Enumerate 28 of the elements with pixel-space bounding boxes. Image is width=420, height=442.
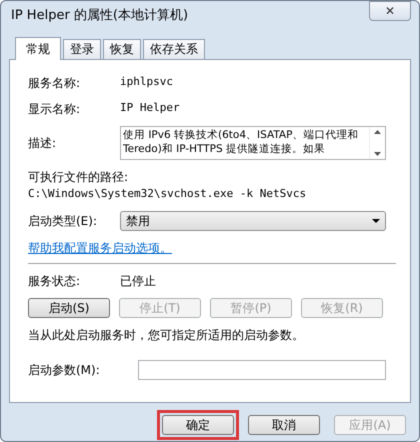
service-name-value: iphlpsvc — [120, 74, 173, 90]
startup-type-dropdown[interactable]: 禁用 — [120, 210, 386, 230]
executable-path: C:\Windows\System32\svchost.exe -k NetSvcs — [28, 186, 308, 202]
window-title: IP Helper 的属性(本地计算机) — [10, 7, 188, 26]
field-label: 启动类型(E): — [28, 212, 98, 230]
close-button[interactable]: ✕ — [369, 1, 411, 21]
description-field[interactable]: 使用 IPv6 转换技术(6to4、ISATAP、端口代理和 Teredo)和 IP-HTTPS 提供隧道连接。如果 — [120, 126, 386, 160]
dialog-button[interactable]: 确定 — [162, 415, 234, 435]
dropdown-arrow-icon — [372, 218, 380, 222]
field-label: 显示名称: — [28, 101, 82, 118]
tab[interactable]: 恢复 — [103, 39, 141, 59]
hint-text: 当从此处启动服务时，您可指定所适用的启动参数。 — [28, 326, 305, 344]
dialog-button[interactable]: 取消 — [248, 415, 320, 435]
help-link[interactable]: 帮助我配置服务启动选项。 — [28, 240, 172, 254]
scroll-down-icon[interactable] — [374, 152, 381, 156]
tab[interactable]: 登录 — [63, 39, 101, 59]
scroll-up-icon[interactable] — [374, 130, 381, 134]
field-label: 服务名称: — [28, 75, 82, 92]
tab[interactable]: 常规 — [15, 37, 61, 60]
field-label: 启动参数(M): — [28, 362, 101, 378]
display-name-value: IP Helper — [120, 100, 180, 116]
field-label: 可执行文件的路径: — [28, 169, 130, 186]
field-label: 服务状态: — [28, 272, 82, 290]
service-status-value: 已停止 — [120, 272, 156, 290]
service-control-button[interactable]: 启动(S) — [28, 298, 110, 318]
tab[interactable]: 依存关系 — [143, 39, 205, 59]
field-label: 描述: — [28, 135, 58, 152]
start-parameters-field[interactable] — [138, 360, 386, 380]
